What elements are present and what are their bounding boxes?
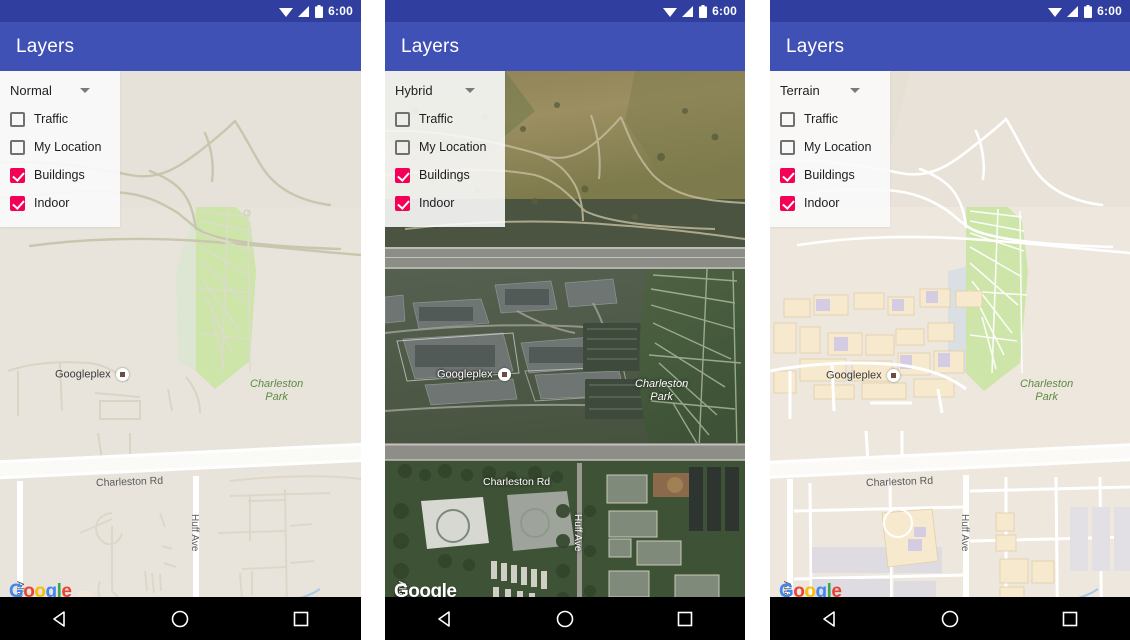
checkbox-row-indoor[interactable]: Indoor <box>385 189 505 217</box>
signal-icon <box>1067 5 1079 17</box>
checkbox-indoor[interactable] <box>395 195 410 211</box>
android-navigation-bar <box>0 597 361 640</box>
checkbox-label-buildings: Buildings <box>34 168 85 182</box>
page-title: Layers <box>786 35 845 57</box>
android-navigation-bar <box>385 597 745 640</box>
nav-recents-button[interactable] <box>663 597 707 640</box>
layers-control-panel: Hybrid Traffic My Location Buildings Ind… <box>385 71 505 227</box>
status-bar: 6:00 <box>385 0 745 22</box>
panel-gap <box>361 0 385 640</box>
checkbox-row-indoor[interactable]: Indoor <box>0 189 120 217</box>
checkbox-traffic[interactable] <box>395 111 410 127</box>
status-time: 6:00 <box>1097 4 1122 18</box>
checkbox-my-location[interactable] <box>780 139 795 155</box>
checkbox-row-my-location[interactable]: My Location <box>0 133 120 161</box>
nav-home-button[interactable] <box>158 597 202 640</box>
checkbox-row-traffic[interactable]: Traffic <box>385 105 505 133</box>
map-type-spinner[interactable]: Normal <box>0 79 120 105</box>
checkbox-traffic[interactable] <box>10 111 25 127</box>
status-time: 6:00 <box>712 4 737 18</box>
android-navigation-bar <box>770 597 1130 640</box>
checkbox-buildings[interactable] <box>10 167 25 183</box>
checkbox-my-location[interactable] <box>395 139 410 155</box>
map-type-spinner[interactable]: Hybrid <box>385 79 505 105</box>
checkbox-row-buildings[interactable]: Buildings <box>0 161 120 189</box>
checkbox-row-indoor[interactable]: Indoor <box>770 189 890 217</box>
chevron-down-icon <box>465 88 475 93</box>
checkbox-label-indoor: Indoor <box>804 196 840 210</box>
map-type-spinner-value: Terrain <box>780 83 820 98</box>
battery-icon <box>315 4 324 18</box>
chevron-down-icon <box>850 88 860 93</box>
app-bar: Layers <box>385 22 745 71</box>
nav-home-button[interactable] <box>543 597 587 640</box>
nav-home-button[interactable] <box>928 597 972 640</box>
checkbox-traffic[interactable] <box>780 111 795 127</box>
checkbox-label-traffic: Traffic <box>804 112 839 126</box>
status-time: 6:00 <box>328 4 353 18</box>
phone-screenshot-terrain: 6:00 Layers Googleplex Charleston Park C… <box>770 0 1130 640</box>
page-title: Layers <box>16 35 75 57</box>
phone-screenshot-normal: 6:00 Layers Googleplex Charleston Park C… <box>0 0 361 640</box>
status-bar: 6:00 <box>770 0 1130 22</box>
wifi-icon <box>279 6 294 17</box>
checkbox-label-buildings: Buildings <box>419 168 470 182</box>
checkbox-row-my-location[interactable]: My Location <box>770 133 890 161</box>
checkbox-row-my-location[interactable]: My Location <box>385 133 505 161</box>
checkbox-my-location[interactable] <box>10 139 25 155</box>
nav-back-button[interactable] <box>38 597 82 640</box>
battery-icon <box>1084 4 1093 18</box>
nav-back-button[interactable] <box>423 597 467 640</box>
map-view-terrain[interactable]: Googleplex Charleston Park Charleston Rd… <box>770 71 1130 611</box>
checkbox-label-indoor: Indoor <box>419 196 455 210</box>
checkbox-row-buildings[interactable]: Buildings <box>385 161 505 189</box>
checkbox-label-my-location: My Location <box>34 140 102 154</box>
checkbox-buildings[interactable] <box>780 167 795 183</box>
app-bar: Layers <box>770 22 1130 71</box>
checkbox-label-indoor: Indoor <box>34 196 70 210</box>
checkbox-label-traffic: Traffic <box>34 112 69 126</box>
map-view-hybrid[interactable]: Googleplex Charleston Park Charleston Rd… <box>385 71 745 611</box>
checkbox-label-traffic: Traffic <box>419 112 454 126</box>
map-type-spinner-value: Hybrid <box>395 83 433 98</box>
checkbox-indoor[interactable] <box>780 195 795 211</box>
screenshot-root: 6:00 Layers Googleplex Charleston Park C… <box>0 0 1130 640</box>
layers-control-panel: Terrain Traffic My Location Buildings In… <box>770 71 890 227</box>
wifi-icon <box>663 6 678 17</box>
nav-back-button[interactable] <box>808 597 852 640</box>
checkbox-row-traffic[interactable]: Traffic <box>770 105 890 133</box>
signal-icon <box>682 5 694 17</box>
page-title: Layers <box>401 35 460 57</box>
checkbox-indoor[interactable] <box>10 195 25 211</box>
checkbox-row-buildings[interactable]: Buildings <box>770 161 890 189</box>
checkbox-label-my-location: My Location <box>804 140 872 154</box>
nav-recents-button[interactable] <box>279 597 323 640</box>
phone-screenshot-hybrid: 6:00 Layers Googleplex Charleston Park C… <box>385 0 745 640</box>
panel-gap <box>745 0 770 640</box>
wifi-icon <box>1048 6 1063 17</box>
checkbox-label-buildings: Buildings <box>804 168 855 182</box>
checkbox-label-my-location: My Location <box>419 140 487 154</box>
checkbox-buildings[interactable] <box>395 167 410 183</box>
signal-icon <box>298 5 310 17</box>
battery-icon <box>699 4 708 18</box>
app-bar: Layers <box>0 22 361 71</box>
layers-control-panel: Normal Traffic My Location Buildings Ind… <box>0 71 120 227</box>
nav-recents-button[interactable] <box>1048 597 1092 640</box>
chevron-down-icon <box>80 88 90 93</box>
map-type-spinner[interactable]: Terrain <box>770 79 890 105</box>
map-view-normal[interactable]: Googleplex Charleston Park Charleston Rd… <box>0 71 361 611</box>
map-type-spinner-value: Normal <box>10 83 52 98</box>
status-bar: 6:00 <box>0 0 361 22</box>
checkbox-row-traffic[interactable]: Traffic <box>0 105 120 133</box>
